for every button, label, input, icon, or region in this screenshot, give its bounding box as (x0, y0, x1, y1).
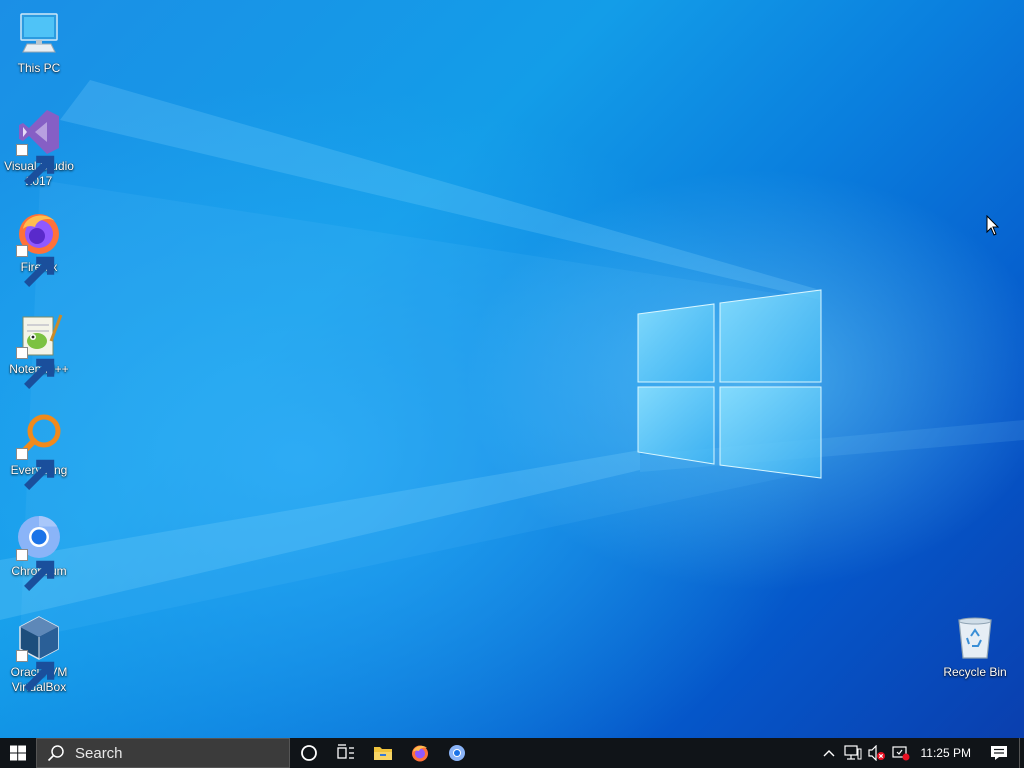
notepad-plus-plus-icon (15, 311, 63, 389)
taskbar: Search 11:25 PM (0, 738, 1024, 768)
windows-start-icon (10, 745, 26, 761)
volume-muted-icon (867, 745, 885, 761)
file-explorer-icon (373, 747, 392, 760)
windows-logo-wallpaper (637, 289, 822, 479)
show-hidden-icons-button[interactable] (817, 738, 841, 768)
taskbar-search-box[interactable]: Search (36, 738, 290, 768)
search-placeholder: Search (75, 744, 123, 762)
chromium-icon (15, 513, 63, 591)
recycle-bin-icon (951, 614, 999, 662)
show-desktop-button[interactable] (1019, 738, 1024, 768)
network-button[interactable] (841, 738, 865, 768)
start-button[interactable] (0, 738, 36, 768)
volume-button[interactable] (865, 738, 889, 768)
desktop-icon-everything[interactable]: Everything (1, 412, 77, 490)
desktop-icon-recycle-bin[interactable]: Recycle Bin (937, 614, 1013, 680)
task-view-button[interactable] (327, 738, 364, 768)
mouse-cursor-icon (986, 215, 1000, 236)
desktop-icon-virtualbox[interactable]: Oracle VM VirtualBox (1, 614, 77, 695)
taskbar-clock[interactable]: 11:25 PM (913, 746, 979, 760)
chromium-taskbar-button[interactable] (438, 738, 475, 768)
task-view-icon (336, 744, 354, 759)
search-icon (47, 745, 64, 762)
desktop-icon-notepad-plus-plus[interactable]: Notepad++ (1, 311, 77, 389)
desktop-icon-label: This PC (17, 61, 61, 75)
system-tray: 11:25 PM (817, 738, 1024, 768)
shortcut-arrow-icon (16, 347, 55, 389)
chevron-up-icon (823, 750, 835, 757)
cortana-icon (300, 745, 317, 761)
action-center-button[interactable] (979, 738, 1019, 768)
cortana-button[interactable] (290, 738, 327, 768)
desktop-background: This PC Visual Studio 2017 Firefox Notep… (0, 0, 1024, 738)
desktop-icon-chromium[interactable]: Chromium (1, 513, 77, 591)
virtualbox-icon (15, 614, 63, 692)
firefox-icon (411, 745, 428, 762)
shortcut-arrow-icon (16, 448, 55, 490)
notification-icon (991, 746, 1007, 760)
visual-studio-icon (15, 108, 63, 186)
desktop-icon-visual-studio[interactable]: Visual Studio 2017 (1, 108, 77, 189)
security-button[interactable] (889, 738, 913, 768)
desktop-icon-this-pc[interactable]: This PC (1, 10, 77, 76)
this-pc-icon (15, 10, 63, 58)
chromium-icon (448, 745, 465, 761)
shortcut-arrow-icon (16, 650, 55, 692)
desktop-icon-firefox[interactable]: Firefox (1, 209, 77, 287)
desktop-icon-label: Recycle Bin (943, 665, 1007, 679)
shortcut-arrow-icon (16, 245, 55, 287)
everything-search-icon (15, 412, 63, 490)
network-icon (843, 745, 862, 760)
firefox-taskbar-button[interactable] (401, 738, 438, 768)
shortcut-arrow-icon (16, 144, 55, 186)
firefox-icon (15, 209, 63, 287)
shortcut-arrow-icon (16, 549, 55, 591)
security-warning-icon (891, 746, 910, 761)
wallpaper-beams (0, 80, 1024, 640)
file-explorer-taskbar-button[interactable] (364, 738, 401, 768)
